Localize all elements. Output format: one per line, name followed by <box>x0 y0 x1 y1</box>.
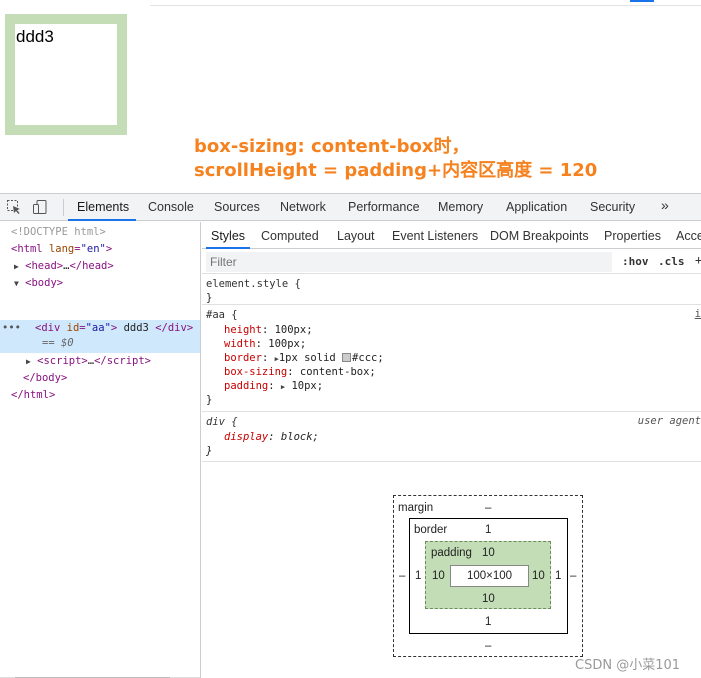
new-rule-button[interactable]: + <box>695 253 701 267</box>
selected-node-marker: == $0 <box>42 337 74 349</box>
css-property-box-sizing[interactable]: box-sizing: content-box; <box>224 365 376 379</box>
box-model-margin-label: margin <box>398 502 434 514</box>
tab-memory[interactable]: Memory <box>438 200 483 214</box>
styles-filter-input[interactable] <box>206 252 612 272</box>
subtab-styles[interactable]: Styles <box>211 229 245 243</box>
box-model-padding-top[interactable]: 10 <box>482 547 495 559</box>
tab-application[interactable]: Application <box>506 200 567 214</box>
css-property-width[interactable]: width: 100px; <box>224 337 306 351</box>
script-node[interactable]: ▶ <script>…</script> <box>26 354 151 369</box>
inspect-element-icon[interactable] <box>6 199 22 215</box>
tab-sources[interactable]: Sources <box>214 200 260 214</box>
annotation-line-2: scrollHeight = padding+内容区高度 = 120 <box>194 160 598 181</box>
demo-div-text: ddd3 <box>16 27 54 46</box>
node-actions-dots-icon[interactable]: ••• <box>2 321 21 335</box>
csdn-watermark: CSDN @小菜101 <box>575 658 681 673</box>
rule-close-brace: } <box>206 292 213 304</box>
tab-network[interactable]: Network <box>280 200 326 214</box>
tab-elements[interactable]: Elements <box>77 200 129 214</box>
head-node[interactable]: ▶ <head>…</head> <box>14 259 114 274</box>
subtab-properties[interactable]: Properties <box>604 229 661 243</box>
subtab-layout[interactable]: Layout <box>337 229 375 243</box>
box-model-border-label: border <box>414 524 448 536</box>
box-model-margin-right[interactable]: – <box>570 570 576 582</box>
rule-close-brace: } <box>206 394 213 406</box>
styles-filter-bar: :hov .cls + <box>202 250 701 274</box>
box-model-border-left[interactable]: 1 <box>415 570 421 582</box>
box-model-padding-left[interactable]: 10 <box>432 570 445 582</box>
devtools-panel: Elements Console Sources Network Perform… <box>0 193 701 678</box>
tabbar-separator <box>63 199 64 216</box>
devtools-tabbar: Elements Console Sources Network Perform… <box>0 194 701 221</box>
rule-div-user-agent: div { user agent display: block; } <box>202 413 701 462</box>
doctype-node[interactable]: <!DOCTYPE html> <box>11 225 106 239</box>
device-toolbar-icon[interactable] <box>32 199 48 215</box>
rule-element-style: element.style { } <box>202 275 701 305</box>
rule-source-label: user agent <box>637 415 701 427</box>
expand-triangle-icon[interactable]: ▶ <box>281 383 285 391</box>
css-property-height[interactable]: height: 100px; <box>224 323 313 337</box>
cls-toggle-button[interactable]: .cls <box>658 255 685 268</box>
rule-selector[interactable]: #aa { <box>206 308 238 322</box>
body-close-node[interactable]: </body> <box>23 371 67 385</box>
elements-tree: <!DOCTYPE html> <html lang="en"> ▶ <head… <box>0 222 201 678</box>
box-model-margin-top[interactable]: – <box>485 502 491 514</box>
rule-selector: div { <box>206 416 238 428</box>
page-top-accent <box>630 0 654 2</box>
rule-source-link[interactable]: i <box>695 308 701 320</box>
active-tab-indicator <box>68 219 136 221</box>
box-model-margin-left[interactable]: – <box>399 570 405 582</box>
active-subtab-indicator <box>206 247 250 249</box>
more-tabs-icon[interactable]: » <box>661 197 669 213</box>
box-model-margin-bottom[interactable]: – <box>485 640 491 652</box>
subtab-computed[interactable]: Computed <box>261 229 319 243</box>
rule-aa: #aa { i height: 100px; width: 100px; bor… <box>202 306 701 412</box>
html-close-node[interactable]: </html> <box>11 388 55 402</box>
tab-console[interactable]: Console <box>148 200 194 214</box>
div-aa-node[interactable]: <div id="aa"> ddd3 </div> <box>35 321 193 335</box>
subtab-dom-breakpoints[interactable]: DOM Breakpoints <box>490 229 589 243</box>
annotation-line-1: box-sizing: content-box时， <box>194 136 470 157</box>
css-property-display: display: block; <box>224 431 319 443</box>
tab-performance[interactable]: Performance <box>348 200 420 214</box>
tab-security[interactable]: Security <box>590 200 635 214</box>
css-property-border[interactable]: border: ▶1px solid #ccc; <box>224 351 384 366</box>
box-model-content[interactable]: 100×100 <box>450 565 529 587</box>
box-model-padding-bottom[interactable]: 10 <box>482 593 495 605</box>
box-model-padding-right[interactable]: 10 <box>532 570 545 582</box>
box-model-border-right[interactable]: 1 <box>555 570 561 582</box>
body-node[interactable]: ▼ <body> <box>14 276 63 291</box>
subtab-accessibility[interactable]: Acce <box>676 229 701 243</box>
subtab-event-listeners[interactable]: Event Listeners <box>392 229 478 243</box>
page-top-border <box>150 0 701 6</box>
rule-selector[interactable]: element.style { <box>206 277 301 291</box>
box-model-border-bottom[interactable]: 1 <box>485 616 491 628</box>
expand-triangle-icon[interactable]: ▶ <box>14 262 19 271</box>
css-property-padding[interactable]: padding: ▶ 10px; <box>224 379 323 394</box>
collapse-triangle-icon[interactable]: ▼ <box>14 279 19 288</box>
box-model-border-top[interactable]: 1 <box>485 524 491 536</box>
expand-triangle-icon[interactable]: ▶ <box>26 357 31 366</box>
styles-subtabs: Styles Computed Layout Event Listeners D… <box>202 222 701 249</box>
hov-toggle-button[interactable]: :hov <box>622 255 649 268</box>
box-model-padding-label: padding <box>431 547 472 559</box>
rule-close-brace: } <box>206 445 213 457</box>
html-node[interactable]: <html lang="en"> <box>11 242 112 256</box>
color-swatch[interactable] <box>342 353 352 362</box>
